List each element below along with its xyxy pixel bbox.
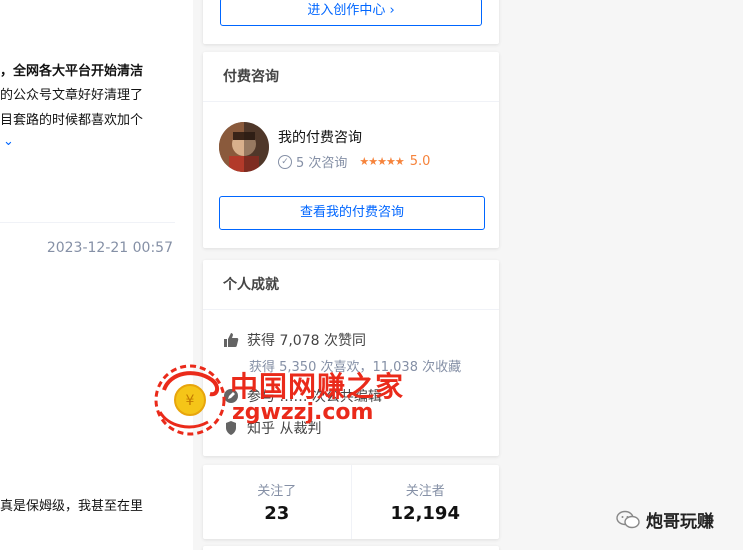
followers-stat[interactable]: 关注者 12,194: [350, 465, 500, 539]
card-title: 付费咨询: [203, 52, 499, 102]
next-card-partial: [203, 546, 499, 550]
view-paid-consult-button[interactable]: 查看我的付费咨询: [219, 196, 485, 230]
creator-center-card: 进入创作中心 ›: [203, 0, 499, 44]
divider: [0, 222, 175, 223]
judge-row: 知乎 从裁判: [223, 418, 321, 438]
likes-text: 获得 7,078 次赞同: [247, 333, 366, 349]
consult-count: 5 次咨询: [296, 156, 348, 171]
wechat-account-tag: 炮哥玩赚: [616, 507, 714, 532]
feed-body-line[interactable]: 的公众号文章好好清理了: [0, 84, 143, 103]
star-rating-icon: ★★★★★: [359, 155, 404, 168]
edit-row: 参与 …… 次公共编辑: [223, 386, 382, 406]
thumbs-up-icon: [224, 333, 239, 347]
feed-headline[interactable]: ，全网各大平台开始清洁: [0, 60, 143, 79]
judge-text[interactable]: 知乎 从裁判: [247, 418, 321, 438]
wechat-account-name: 炮哥玩赚: [646, 512, 714, 532]
paid-consult-card: 付费咨询 我的付费咨询 ✓ 5 次咨询 ★★★★★ 5.0 查看我的付费咨询: [203, 52, 499, 248]
following-stat[interactable]: 关注了 23: [203, 465, 351, 539]
feed-column: ，全网各大平台开始清洁 的公众号文章好好清理了 目套路的时候都喜欢加个 ⌄ 20…: [0, 0, 193, 550]
consult-meta: ✓ 5 次咨询 ★★★★★ 5.0: [278, 152, 430, 171]
avatar[interactable]: [219, 122, 269, 172]
post-timestamp: 2023-12-21 00:57: [46, 240, 173, 256]
feed-body-line[interactable]: 真是保姆级，我甚至在里: [0, 495, 143, 514]
feed-body-line[interactable]: 目套路的时候都喜欢加个: [0, 109, 143, 128]
check-circle-icon: ✓: [278, 154, 292, 169]
likes-row: 获得 7,078 次赞同: [223, 330, 366, 350]
expand-chevron-icon[interactable]: ⌄: [3, 134, 14, 149]
achievement-card: 个人成就 获得 7,078 次赞同 获得 5,350 次喜欢，11,038 次收…: [203, 260, 499, 456]
rating-value: 5.0: [409, 154, 431, 169]
follow-stats-card: 关注了 23 关注者 12,194: [203, 465, 499, 539]
following-count: 23: [264, 503, 290, 524]
followers-label: 关注者: [405, 484, 445, 499]
card-title: 个人成就: [203, 260, 499, 310]
consult-name[interactable]: 我的付费咨询: [278, 127, 362, 147]
edit-icon: [224, 389, 238, 403]
edit-text: 参与 …… 次公共编辑: [247, 389, 382, 405]
wechat-icon: [616, 510, 640, 528]
following-label: 关注了: [257, 484, 297, 499]
judge-icon: [226, 421, 236, 435]
likes-favorites-text: 获得 5,350 次喜欢，11,038 次收藏: [249, 360, 462, 375]
followers-count: 12,194: [390, 503, 460, 524]
enter-creator-center-button[interactable]: 进入创作中心 ›: [220, 0, 482, 26]
